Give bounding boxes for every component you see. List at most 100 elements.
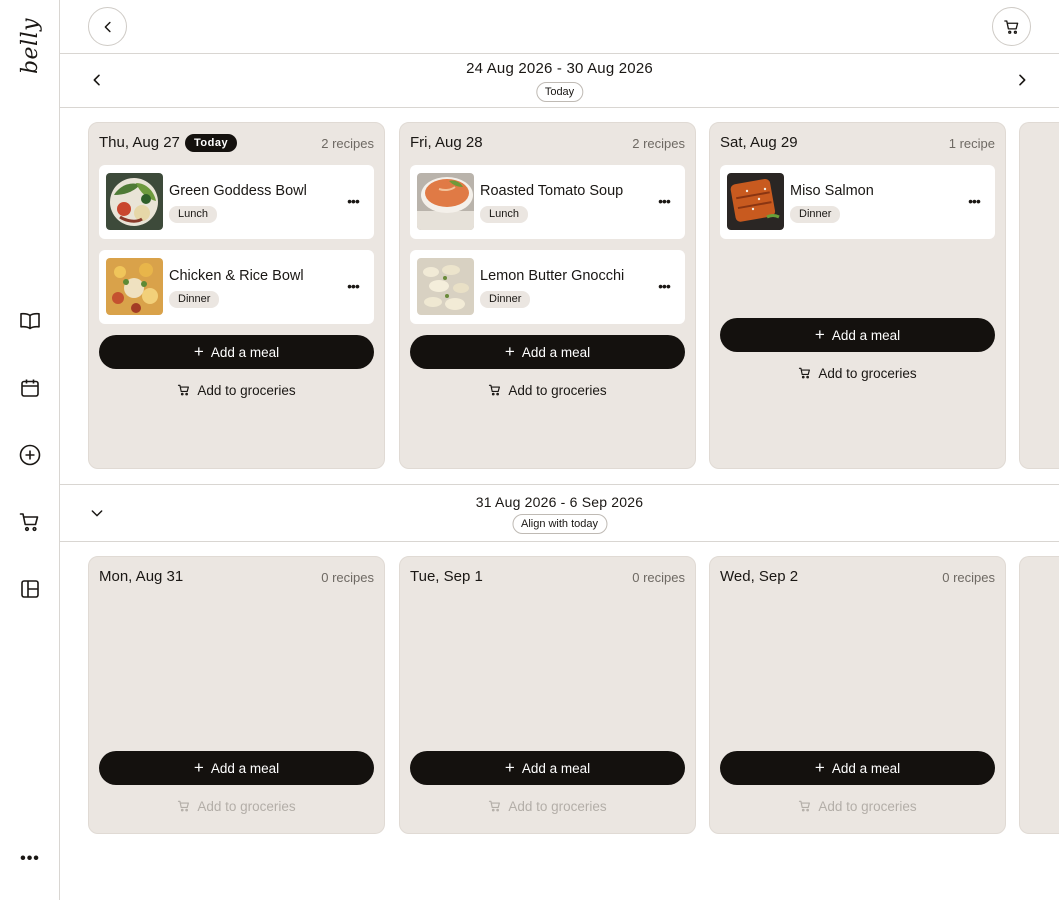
add-to-groceries-label: Add to groceries	[508, 798, 607, 814]
week-header: 24 Aug 2026 - 30 Aug 2026 Today	[60, 54, 1059, 108]
add-to-groceries-label: Add to groceries	[818, 365, 917, 381]
meal-type-tag: Dinner	[169, 291, 220, 308]
add-to-groceries-button[interactable]: Add to groceries	[99, 379, 374, 401]
recipe-count: 0 recipes	[321, 570, 374, 585]
recipe-count: 0 recipes	[942, 570, 995, 585]
day-title: Thu, Aug 27	[99, 134, 180, 151]
cart-icon	[799, 800, 811, 812]
cart-button[interactable]	[992, 7, 1031, 46]
day-title: Mon, Aug 31	[99, 568, 184, 585]
meal-thumbnail	[727, 173, 784, 230]
ellipsis-icon: •••	[658, 278, 671, 294]
add-meal-button[interactable]: + Add a meal	[410, 751, 685, 785]
add-to-groceries-button[interactable]: Add to groceries	[720, 362, 995, 384]
plus-icon: +	[504, 341, 515, 361]
add-to-groceries-button: Add to groceries	[99, 795, 374, 817]
add-meal-button[interactable]: + Add a meal	[410, 335, 685, 369]
salmon-image	[727, 173, 784, 230]
add-meal-button[interactable]: + Add a meal	[720, 751, 995, 785]
recipe-count: 2 recipes	[632, 136, 685, 151]
meal-name: Chicken & Rice Bowl	[169, 268, 304, 284]
align-with-today-button[interactable]: Align with today	[511, 514, 608, 534]
meal-options-button[interactable]: •••	[344, 192, 362, 210]
day-card-partial	[1019, 122, 1059, 469]
today-button[interactable]: Today	[535, 82, 584, 102]
day-title: Sat, Aug 29	[720, 134, 798, 151]
sidebar-item-layout[interactable]	[16, 575, 44, 603]
week-range-title: 24 Aug 2026 - 30 Aug 2026	[466, 60, 653, 77]
day-card: Tue, Sep 1 0 recipes + Add a meal Add to…	[399, 556, 696, 834]
add-to-groceries-label: Add to groceries	[508, 382, 607, 398]
meal-name: Miso Salmon	[790, 183, 874, 199]
add-meal-label: Add a meal	[831, 760, 901, 776]
day-title: Tue, Sep 1	[410, 568, 483, 585]
add-to-groceries-label: Add to groceries	[197, 382, 296, 398]
sidebar-item-planner[interactable]	[16, 374, 44, 402]
plus-icon: +	[504, 757, 515, 777]
day-card: Mon, Aug 31 0 recipes + Add a meal Add t…	[88, 556, 385, 834]
meal-card[interactable]: Green Goddess Bowl Lunch •••	[99, 165, 374, 239]
meal-options-button[interactable]: •••	[655, 192, 673, 210]
soup-image	[417, 173, 474, 230]
layout-icon	[21, 580, 39, 598]
ellipsis-icon: •••	[658, 193, 671, 209]
add-meal-label: Add a meal	[210, 760, 280, 776]
ellipsis-icon: •••	[347, 278, 360, 294]
more-dots-icon: •••	[20, 850, 40, 867]
calendar-icon	[21, 379, 39, 397]
next-week-button[interactable]	[1010, 68, 1034, 92]
top-bar	[60, 0, 1059, 54]
day-card: Thu, Aug 27 Today 2 recipes Green Goddes…	[88, 122, 385, 469]
recipe-count: 2 recipes	[321, 136, 374, 151]
add-meal-label: Add a meal	[521, 344, 591, 360]
ellipsis-icon: •••	[968, 193, 981, 209]
cart-icon	[799, 367, 811, 379]
gnocchi-image	[417, 258, 474, 315]
add-meal-button[interactable]: + Add a meal	[720, 318, 995, 352]
meal-name: Lemon Butter Gnocchi	[480, 268, 625, 284]
plus-icon: +	[814, 324, 825, 344]
meal-options-button[interactable]: •••	[655, 277, 673, 295]
meal-name: Green Goddess Bowl	[169, 183, 307, 199]
app-logo[interactable]: belly	[6, 18, 54, 74]
meal-thumbnail	[106, 258, 163, 315]
day-title: Wed, Sep 2	[720, 568, 799, 585]
sidebar-item-add[interactable]	[16, 441, 44, 469]
add-meal-button[interactable]: + Add a meal	[99, 751, 374, 785]
meal-options-button[interactable]: •••	[965, 192, 983, 210]
day-card: Sat, Aug 29 1 recipe Miso Salmon Dinner …	[709, 122, 1006, 469]
meal-card[interactable]: Lemon Butter Gnocchi Dinner •••	[410, 250, 685, 324]
sidebar-item-groceries[interactable]	[16, 508, 44, 536]
back-button[interactable]	[88, 7, 127, 46]
meal-options-button[interactable]: •••	[344, 277, 362, 295]
more-menu-button[interactable]: •••	[16, 845, 44, 873]
add-meal-button[interactable]: + Add a meal	[99, 335, 374, 369]
week-header: 31 Aug 2026 - 6 Sep 2026 Align with toda…	[60, 484, 1059, 542]
meal-thumbnail	[106, 173, 163, 230]
cart-icon	[489, 384, 501, 396]
rice-bowl-image	[106, 258, 163, 315]
plus-icon: +	[814, 757, 825, 777]
meal-type-tag: Dinner	[790, 206, 841, 223]
meal-card[interactable]: Miso Salmon Dinner •••	[720, 165, 995, 239]
app: belly ••• 24 Aug 2026 - 30 Aug 2026 Toda…	[0, 0, 1059, 900]
cart-icon	[19, 513, 39, 532]
cart-icon	[1003, 19, 1018, 34]
cart-icon	[178, 800, 190, 812]
chevron-right-icon	[1019, 74, 1026, 86]
add-meal-label: Add a meal	[210, 344, 280, 360]
meal-card[interactable]: Chicken & Rice Bowl Dinner •••	[99, 250, 374, 324]
add-to-groceries-button: Add to groceries	[720, 795, 995, 817]
week-range-title: 31 Aug 2026 - 6 Sep 2026	[475, 494, 644, 510]
add-to-groceries-button[interactable]: Add to groceries	[410, 379, 685, 401]
meal-card[interactable]: Roasted Tomato Soup Lunch •••	[410, 165, 685, 239]
today-badge: Today	[185, 134, 238, 152]
add-to-groceries-button: Add to groceries	[410, 795, 685, 817]
meal-thumbnail	[417, 258, 474, 315]
ellipsis-icon: •••	[347, 193, 360, 209]
sidebar-item-recipes[interactable]	[16, 307, 44, 335]
plus-icon: +	[193, 341, 204, 361]
sidebar: belly •••	[0, 0, 60, 900]
recipe-count: 0 recipes	[632, 570, 685, 585]
day-card-partial	[1019, 556, 1059, 834]
